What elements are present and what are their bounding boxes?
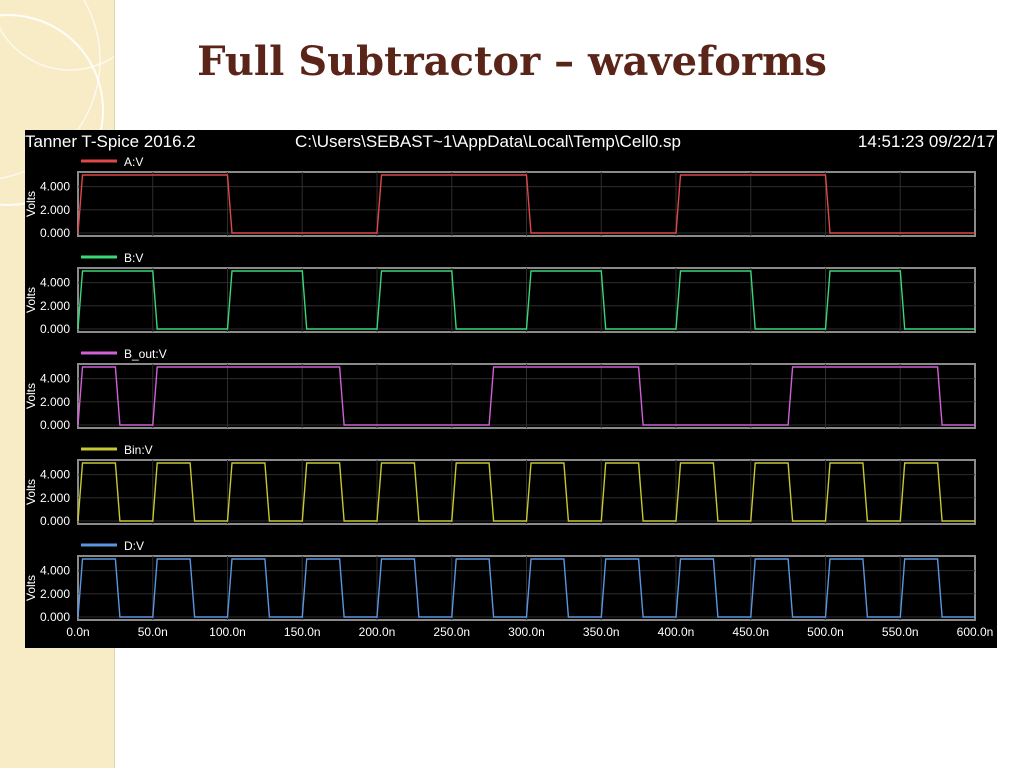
x-tick-label: 200.0n <box>359 625 396 639</box>
y-tick-label: 0.000 <box>40 322 70 336</box>
y-axis-label: Volts <box>25 575 38 601</box>
x-tick-label: 150.0n <box>284 625 321 639</box>
y-tick-label: 4.000 <box>40 372 70 386</box>
y-tick-label: 0.000 <box>40 226 70 240</box>
y-tick-label: 0.000 <box>40 610 70 624</box>
legend-label: B:V <box>124 251 143 265</box>
y-tick-label: 2.000 <box>40 491 70 505</box>
x-tick-label: 550.0n <box>882 625 919 639</box>
waveform-chart: A:V0.0002.0004.000VoltsB:V0.0002.0004.00… <box>25 155 994 639</box>
slide-title: Full Subtractor – waveforms <box>197 38 827 85</box>
y-tick-label: 0.000 <box>40 514 70 528</box>
x-tick-label: 350.0n <box>583 625 620 639</box>
x-tick-label: 0.0n <box>66 625 89 639</box>
waveform-viewer: Tanner T-Spice 2016.2 C:\Users\SEBAST~1\… <box>25 130 997 648</box>
y-tick-label: 2.000 <box>40 587 70 601</box>
y-tick-label: 4.000 <box>40 468 70 482</box>
y-tick-label: 4.000 <box>40 276 70 290</box>
x-tick-label: 400.0n <box>658 625 695 639</box>
y-tick-label: 0.000 <box>40 418 70 432</box>
legend-label: D:V <box>124 539 144 553</box>
y-tick-label: 2.000 <box>40 395 70 409</box>
y-axis-label: Volts <box>25 287 38 313</box>
y-tick-label: 2.000 <box>40 203 70 217</box>
y-tick-label: 4.000 <box>40 180 70 194</box>
y-tick-label: 2.000 <box>40 299 70 313</box>
legend-label: A:V <box>124 155 143 169</box>
x-tick-label: 50.0n <box>138 625 168 639</box>
x-tick-label: 450.0n <box>732 625 769 639</box>
y-axis-label: Volts <box>25 191 38 217</box>
y-axis-label: Volts <box>25 479 38 505</box>
legend-label: B_out:V <box>124 347 167 361</box>
x-tick-label: 250.0n <box>433 625 470 639</box>
y-axis-label: Volts <box>25 383 38 409</box>
y-tick-label: 4.000 <box>40 564 70 578</box>
x-tick-label: 100.0n <box>209 625 246 639</box>
legend-label: Bin:V <box>124 443 153 457</box>
x-tick-label: 600.0n <box>957 625 994 639</box>
x-tick-label: 500.0n <box>807 625 844 639</box>
x-tick-label: 300.0n <box>508 625 545 639</box>
